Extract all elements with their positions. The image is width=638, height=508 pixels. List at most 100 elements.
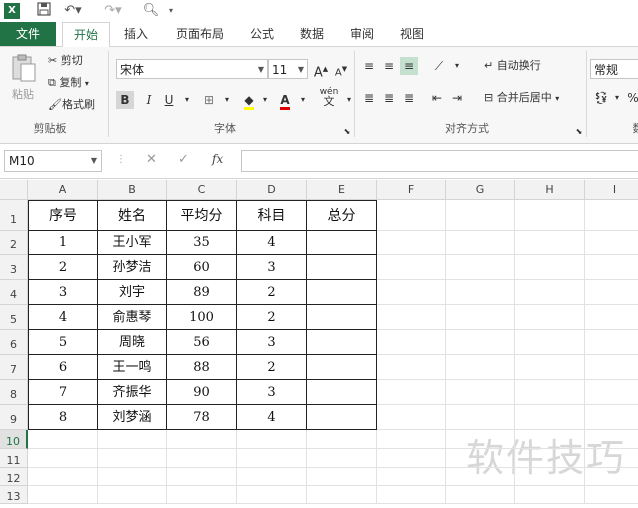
print-preview-icon[interactable]: 🔍︎ — [140, 2, 162, 20]
table-cell[interactable]: 35 — [167, 231, 237, 255]
row-header-10[interactable]: 10 — [0, 430, 28, 449]
font-size-select[interactable]: 11 ▼ — [268, 59, 308, 79]
table-cell[interactable]: 100 — [167, 305, 237, 330]
cell[interactable] — [377, 486, 446, 504]
paste-button[interactable]: 粘贴 — [8, 53, 42, 105]
cell[interactable] — [377, 200, 446, 231]
table-cell[interactable]: 刘梦涵 — [98, 405, 167, 430]
cell[interactable] — [28, 486, 98, 504]
save-icon[interactable] — [36, 2, 52, 20]
cell[interactable] — [585, 280, 638, 305]
table-cell[interactable]: 孙梦洁 — [98, 255, 167, 280]
cell[interactable] — [446, 405, 515, 430]
cell[interactable] — [585, 449, 638, 468]
table-cell[interactable]: 90 — [167, 380, 237, 405]
table-cell[interactable]: 4 — [237, 405, 307, 430]
cell[interactable] — [377, 380, 446, 405]
table-cell[interactable]: 王一鸣 — [98, 355, 167, 380]
tab-file[interactable]: 文件 — [0, 22, 56, 46]
font-name-select[interactable]: 宋体 ▼ — [116, 59, 268, 79]
orientation-icon[interactable]: ⟋ — [430, 57, 448, 75]
cell[interactable] — [446, 430, 515, 449]
align-middle-icon[interactable]: ≡ — [380, 57, 398, 75]
cell[interactable] — [167, 449, 237, 468]
cell[interactable] — [377, 449, 446, 468]
table-cell[interactable] — [307, 330, 377, 355]
table-cell[interactable]: 2 — [237, 305, 307, 330]
copy-button[interactable]: ⧉ 复制 ▾ — [48, 74, 89, 93]
column-header-f[interactable]: F — [377, 180, 446, 200]
redo-icon[interactable]: ↷▾ — [102, 2, 124, 20]
cell[interactable] — [515, 305, 585, 330]
cell[interactable] — [515, 449, 585, 468]
row-header-13[interactable]: 13 — [0, 486, 28, 504]
cell[interactable] — [377, 355, 446, 380]
cell[interactable] — [446, 255, 515, 280]
column-header-b[interactable]: B — [98, 180, 167, 200]
table-cell[interactable]: 4 — [237, 231, 307, 255]
table-cell[interactable]: 3 — [28, 280, 98, 305]
table-header-cell[interactable]: 总分 — [307, 200, 377, 231]
table-cell[interactable]: 60 — [167, 255, 237, 280]
spreadsheet-grid[interactable]: 软件技巧 A B C D E F G H I 1 2 3 4 5 6 7 8 9 10 11 12 13 序号 姓名 平均分 科目… — [0, 180, 638, 504]
formula-input[interactable] — [241, 150, 638, 172]
column-header-g[interactable]: G — [446, 180, 515, 200]
table-cell[interactable]: 89 — [167, 280, 237, 305]
table-cell[interactable] — [307, 255, 377, 280]
chevron-down-icon[interactable]: ▾ — [178, 91, 196, 109]
cell[interactable] — [515, 355, 585, 380]
row-header-4[interactable]: 4 — [0, 280, 28, 305]
cell[interactable] — [585, 380, 638, 405]
insert-function-icon[interactable]: fx — [212, 152, 223, 166]
tab-data[interactable]: 数据 — [292, 22, 332, 46]
table-cell[interactable] — [307, 231, 377, 255]
cell[interactable] — [585, 305, 638, 330]
tab-review[interactable]: 审阅 — [342, 22, 382, 46]
cell[interactable] — [446, 468, 515, 486]
cell[interactable] — [28, 430, 98, 449]
row-header-8[interactable]: 8 — [0, 380, 28, 405]
cell[interactable] — [446, 355, 515, 380]
cell[interactable] — [515, 380, 585, 405]
table-cell[interactable]: 88 — [167, 355, 237, 380]
cell[interactable] — [377, 330, 446, 355]
font-color-icon[interactable]: A — [276, 91, 294, 110]
row-header-5[interactable]: 5 — [0, 305, 28, 330]
cell[interactable] — [446, 449, 515, 468]
cell[interactable] — [585, 255, 638, 280]
cell[interactable] — [446, 305, 515, 330]
column-header-d[interactable]: D — [237, 180, 307, 200]
align-bottom-icon[interactable]: ≡ — [400, 57, 418, 75]
cell[interactable] — [515, 486, 585, 504]
cell[interactable] — [585, 231, 638, 255]
resize-handle-icon[interactable]: ⋮ — [116, 154, 126, 165]
table-cell[interactable] — [307, 405, 377, 430]
cell[interactable] — [98, 486, 167, 504]
column-header-i[interactable]: I — [585, 180, 638, 200]
table-cell[interactable]: 5 — [28, 330, 98, 355]
tab-home[interactable]: 开始 — [62, 22, 110, 48]
row-header-7[interactable]: 7 — [0, 355, 28, 380]
number-format-select[interactable]: 常规 — [590, 59, 638, 79]
decrease-indent-icon[interactable]: ⇤ — [428, 89, 446, 107]
bold-button[interactable]: B — [116, 91, 134, 109]
cell[interactable] — [98, 468, 167, 486]
cell[interactable] — [377, 280, 446, 305]
row-header-9[interactable]: 9 — [0, 405, 28, 430]
table-cell[interactable]: 1 — [28, 231, 98, 255]
cell[interactable] — [237, 449, 307, 468]
merge-center-button[interactable]: ⊟ 合并后居中 ▾ — [484, 89, 559, 108]
row-header-11[interactable]: 11 — [0, 449, 28, 468]
table-cell[interactable]: 4 — [28, 305, 98, 330]
cell[interactable] — [167, 430, 237, 449]
table-cell[interactable]: 78 — [167, 405, 237, 430]
table-cell[interactable]: 6 — [28, 355, 98, 380]
cell[interactable] — [585, 486, 638, 504]
table-cell[interactable]: 7 — [28, 380, 98, 405]
cell[interactable] — [307, 486, 377, 504]
table-cell[interactable]: 2 — [237, 280, 307, 305]
wrap-text-button[interactable]: ↵ 自动换行 — [484, 57, 541, 75]
table-cell[interactable]: 2 — [237, 355, 307, 380]
grow-font-icon[interactable]: A▲ — [312, 60, 330, 80]
table-cell[interactable]: 3 — [237, 255, 307, 280]
